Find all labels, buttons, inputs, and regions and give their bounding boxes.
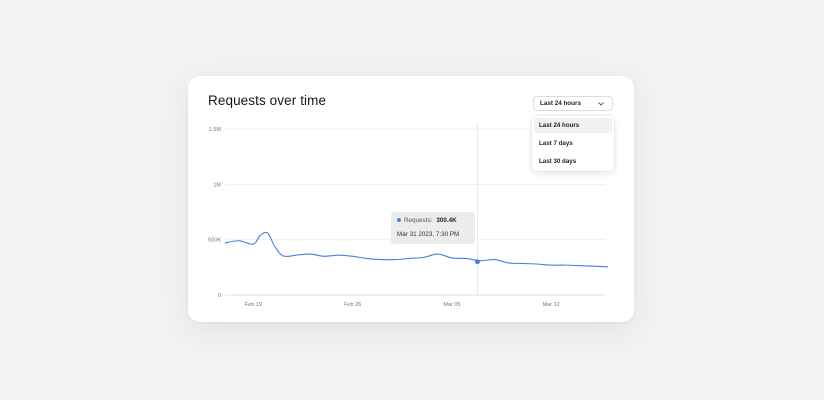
tooltip-series-row: Requests: 300.4K [397,217,457,224]
tooltip-value: 300.4K [436,217,457,224]
x-tick-label: Feb 26 [344,302,361,308]
menu-item-last-7-days[interactable]: Last 7 days [534,136,612,151]
requests-chart: 0 500K 1M 1.5M Feb 19 Feb 26 Mar 05 Mar 12 [208,123,608,308]
x-tick-label: Mar 05 [443,302,460,308]
highlight-point [475,259,480,265]
time-range-menu: Last 24 hours Last 7 days Last 30 days [532,116,614,171]
y-tick-label: 0 [218,293,221,299]
chart-card: Requests over time 0 500K 1M 1.5M Feb 19 Feb … [188,76,634,322]
menu-item-last-24-hours[interactable]: Last 24 hours [534,118,612,133]
y-tick-label: 1M [213,182,221,188]
time-range-select[interactable]: Last 24 hours [533,96,613,111]
menu-item-label: Last 24 hours [539,122,580,129]
menu-item-last-30-days[interactable]: Last 30 days [534,154,612,169]
menu-item-label: Last 30 days [539,158,577,165]
chevron-down-icon [598,102,604,106]
tooltip-timestamp: Mar 31 2023, 7:30 PM [397,231,460,238]
series-dot-icon [397,218,401,223]
tooltip-series-label: Requests: [404,217,433,224]
time-range-selected-label: Last 24 hours [540,100,581,107]
y-tick-label: 1.5M [209,127,222,133]
x-tick-label: Mar 12 [543,302,560,308]
menu-item-label: Last 7 days [539,140,573,147]
y-tick-label: 500K [208,238,221,244]
x-tick-label: Feb 19 [245,302,262,308]
chart-tooltip: Requests: 300.4K Mar 31 2023, 7:30 PM [391,212,475,244]
